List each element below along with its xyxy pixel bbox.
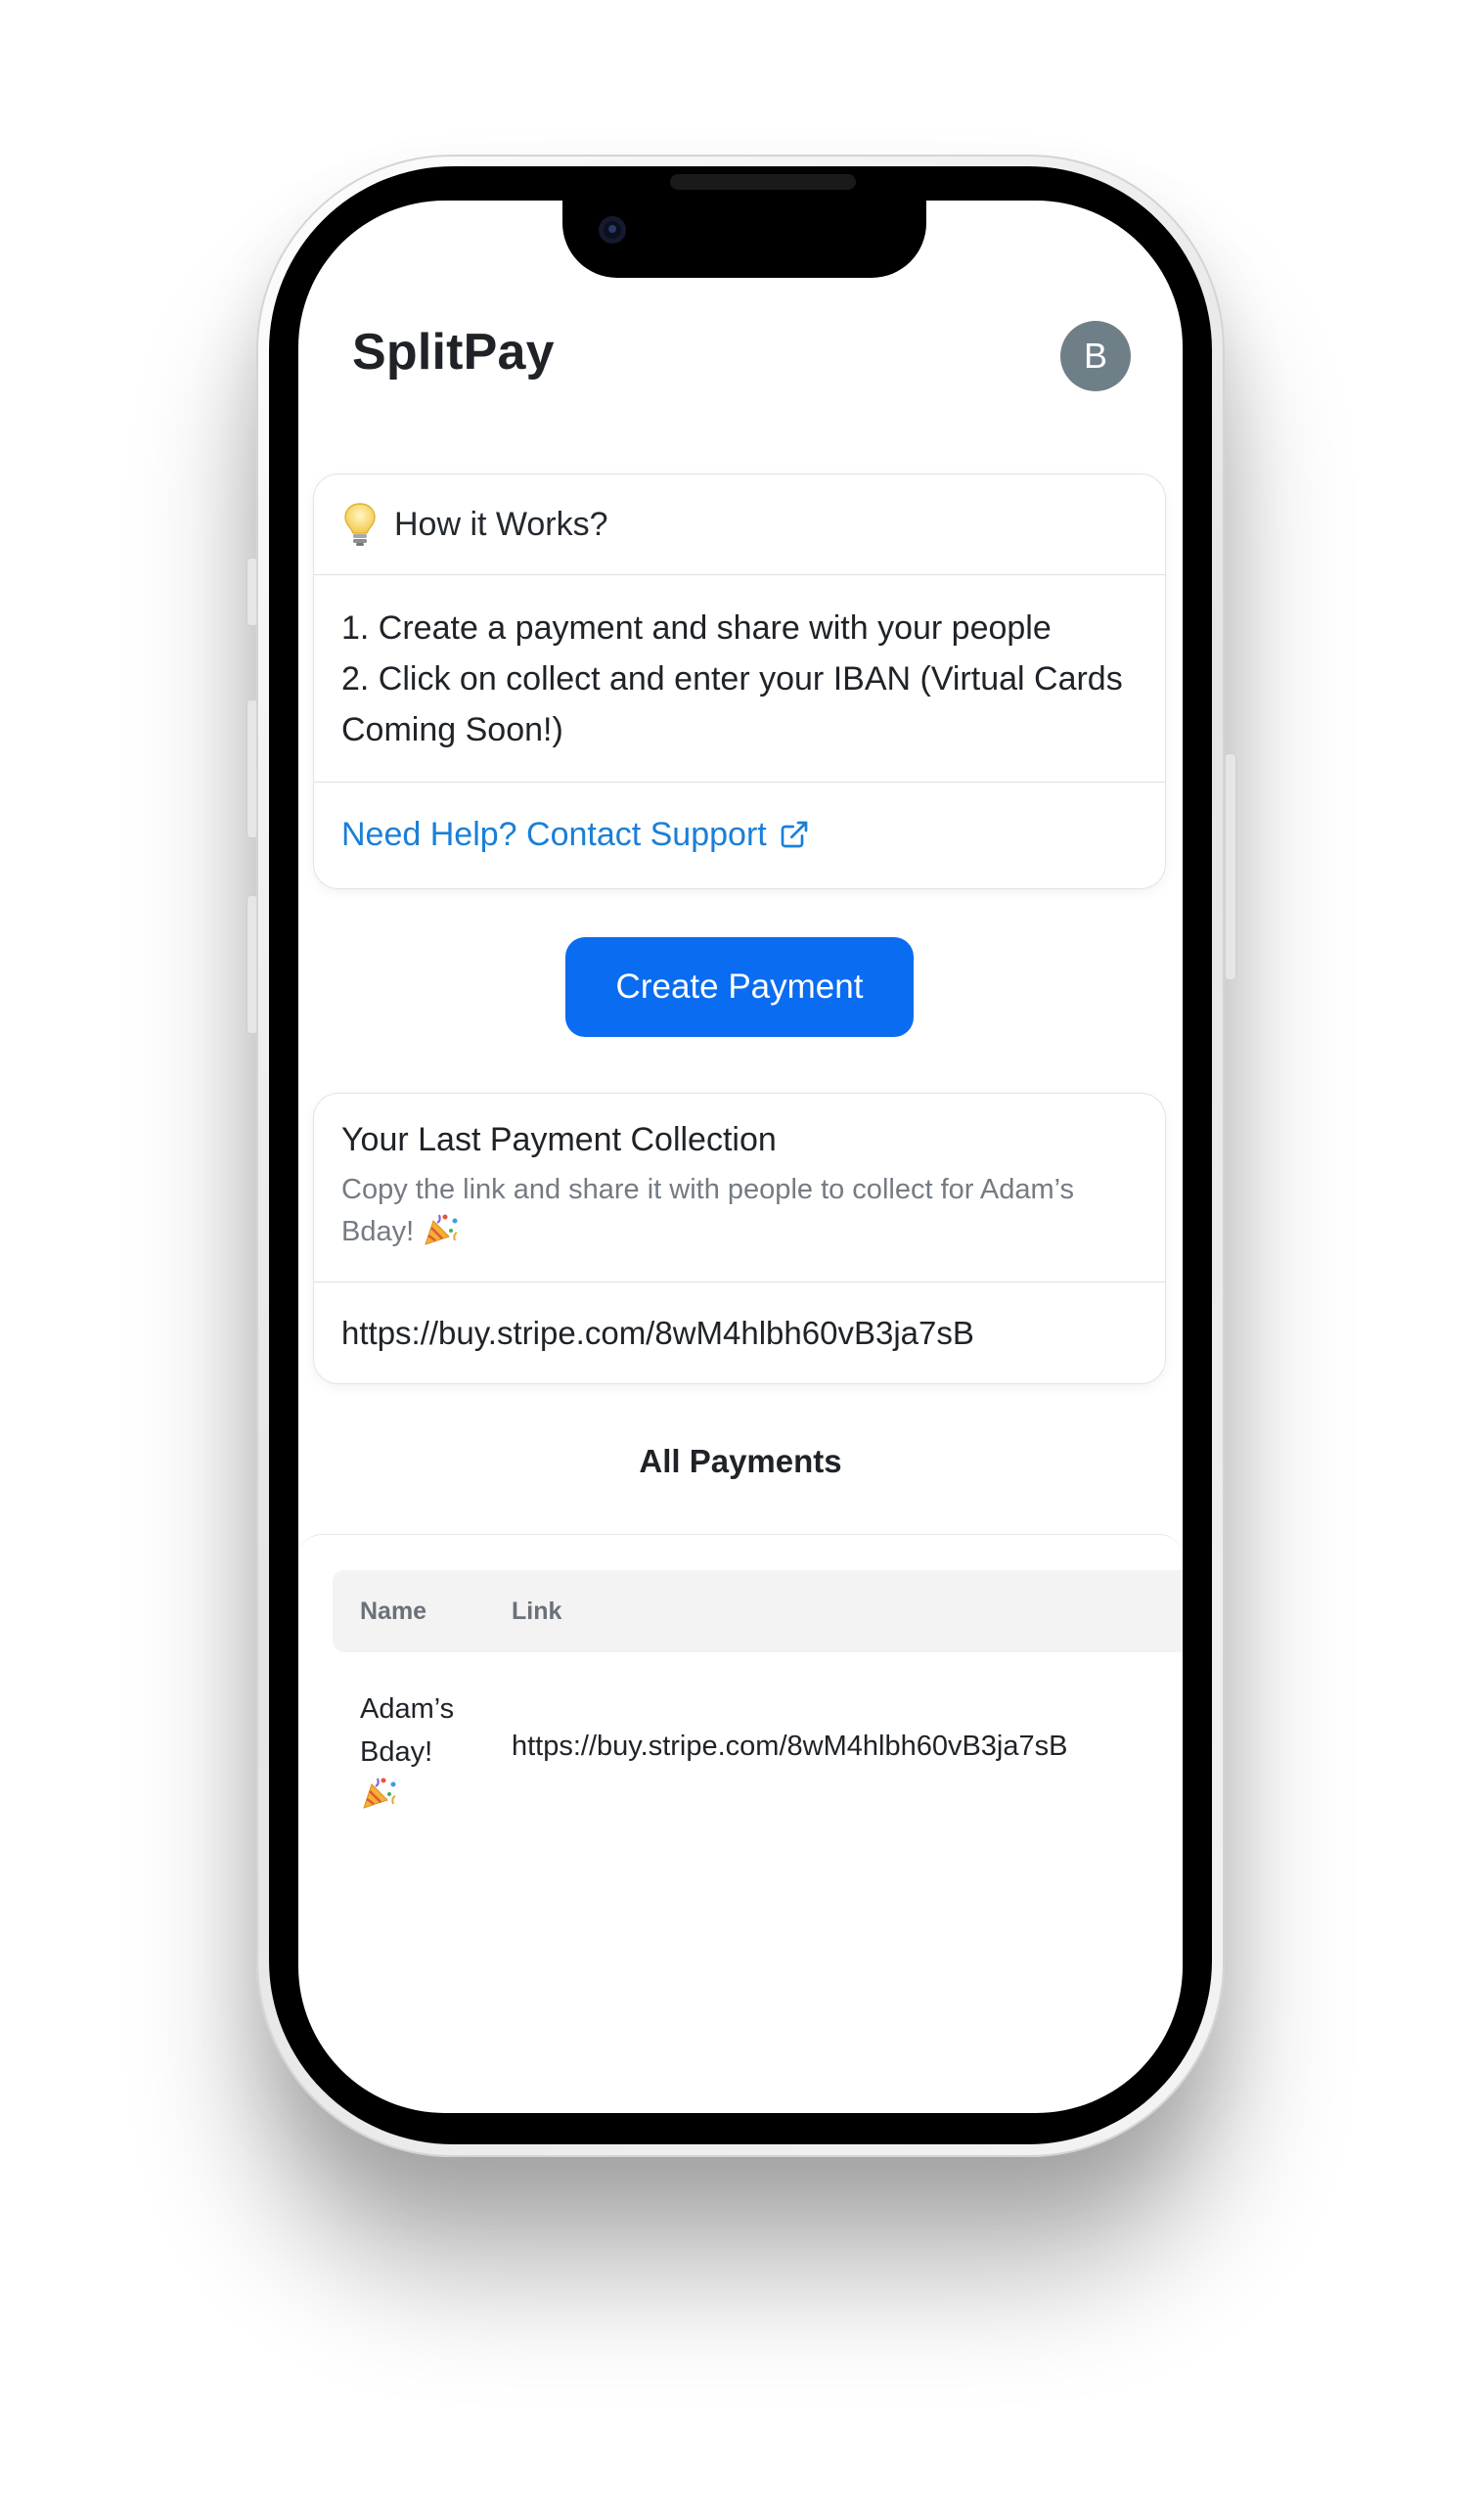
speaker-grille bbox=[670, 174, 856, 190]
column-header-link: Link bbox=[512, 1597, 562, 1625]
power-button bbox=[1225, 753, 1236, 980]
all-payments-title: All Payments bbox=[639, 1443, 842, 1479]
app-title: SplitPay bbox=[352, 324, 555, 381]
front-camera bbox=[599, 216, 626, 244]
step-item: 2. Click on collect and enter your IBAN … bbox=[341, 660, 1123, 748]
contact-support-label: Need Help? Contact Support bbox=[341, 815, 767, 853]
steps-list: 1. Create a payment and share with your … bbox=[314, 575, 1165, 783]
contact-support-link[interactable]: Need Help? Contact Support bbox=[314, 783, 1165, 886]
party-popper-icon bbox=[363, 1778, 396, 1809]
payment-name-cell: Adam’s Bday! bbox=[360, 1688, 477, 1817]
table-header: Name Link bbox=[333, 1570, 1183, 1652]
external-link-icon bbox=[781, 821, 808, 848]
create-payment-button[interactable]: Create Payment bbox=[565, 937, 914, 1037]
avatar[interactable]: B bbox=[1060, 321, 1131, 391]
last-collection-link[interactable]: https://buy.stripe.com/8wM4hlbh60vB3ja7s… bbox=[314, 1282, 1165, 1383]
how-it-works-card: How it Works? 1. Create a payment and sh… bbox=[313, 473, 1166, 889]
last-collection-subtitle: Copy the link and share it with people t… bbox=[341, 1169, 1138, 1253]
last-collection-title: Your Last Payment Collection bbox=[341, 1121, 777, 1158]
app-screen: SplitPay B How it Works? 1. Create a pay… bbox=[298, 201, 1183, 2113]
how-it-works-header[interactable]: How it Works? bbox=[314, 474, 1165, 575]
last-collection-card: Your Last Payment Collection Copy the li… bbox=[313, 1093, 1166, 1384]
table-row[interactable]: Adam’s Bday! https://buy.stripe.com/8wM4… bbox=[333, 1688, 1183, 1834]
payment-name: Adam’s Bday! bbox=[360, 1693, 455, 1768]
step-item: 1. Create a payment and share with your … bbox=[341, 609, 1052, 647]
last-collection-header: Your Last Payment Collection Copy the li… bbox=[314, 1094, 1165, 1282]
lightbulb-icon bbox=[344, 503, 376, 546]
payment-link-cell[interactable]: https://buy.stripe.com/8wM4hlbh60vB3ja7s… bbox=[512, 1731, 1067, 1763]
payments-table: Name Link Adam’s Bday! https://buy.strip… bbox=[298, 1534, 1183, 2113]
how-it-works-title: How it Works? bbox=[394, 505, 608, 543]
column-header-name: Name bbox=[360, 1597, 427, 1625]
party-popper-icon bbox=[425, 1214, 458, 1245]
